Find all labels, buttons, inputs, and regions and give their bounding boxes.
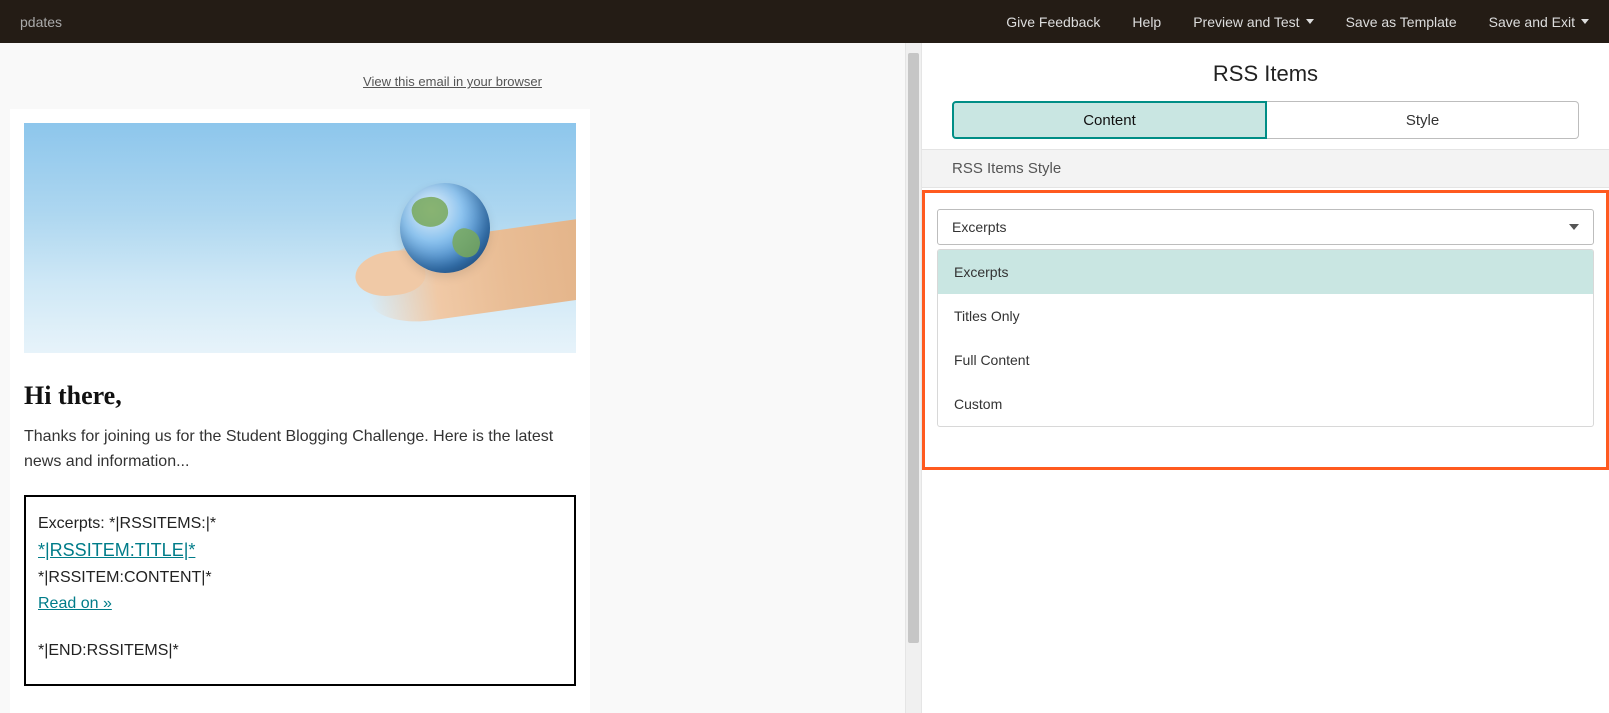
globe-shape [400, 183, 490, 273]
hero-image[interactable] [24, 123, 576, 353]
rss-excerpts-line: Excerpts: *|RSSITEMS:|* [38, 511, 562, 537]
email-heading: Hi there, [24, 381, 576, 411]
tab-content[interactable]: Content [952, 101, 1267, 139]
section-rss-items-style: RSS Items Style [922, 149, 1609, 188]
option-custom[interactable]: Custom [938, 382, 1593, 426]
email-intro-text: Thanks for joining us for the Student Bl… [24, 425, 576, 475]
scrollbar-thumb[interactable] [908, 53, 919, 643]
main: View this email in your browser Hi there… [0, 43, 1609, 713]
rss-style-select-value: Excerpts [952, 219, 1006, 235]
panel-title: RSS Items [922, 43, 1609, 101]
save-exit-menu[interactable]: Save and Exit [1489, 14, 1589, 30]
give-feedback-link[interactable]: Give Feedback [1006, 14, 1100, 30]
help-label: Help [1132, 14, 1161, 30]
settings-panel: RSS Items Content Style RSS Items Style … [921, 43, 1609, 713]
email-canvas-inner: View this email in your browser Hi there… [0, 43, 905, 713]
topbar-left-truncated: pdates [20, 14, 62, 30]
topbar: pdates Give Feedback Help Preview and Te… [0, 0, 1609, 43]
rss-read-on-link[interactable]: Read on » [38, 595, 112, 612]
save-template-label: Save as Template [1346, 14, 1457, 30]
view-in-browser-link[interactable]: View this email in your browser [363, 74, 542, 89]
rss-style-select[interactable]: Excerpts [937, 209, 1594, 245]
preview-test-label: Preview and Test [1193, 14, 1299, 30]
tab-style[interactable]: Style [1267, 101, 1579, 139]
option-excerpts[interactable]: Excerpts [938, 250, 1593, 294]
option-titles-only[interactable]: Titles Only [938, 294, 1593, 338]
option-full-content[interactable]: Full Content [938, 338, 1593, 382]
save-exit-label: Save and Exit [1489, 14, 1575, 30]
rss-style-dropdown: Excerpts Titles Only Full Content Custom [937, 249, 1594, 427]
highlight-annotation: Excerpts Excerpts Titles Only Full Conte… [922, 190, 1609, 470]
panel-tabs: Content Style [922, 101, 1609, 139]
rss-item-content-merge: *|RSSITEM:CONTENT|* [38, 565, 562, 591]
chevron-down-icon [1306, 19, 1314, 24]
rss-items-block[interactable]: Excerpts: *|RSSITEMS:|* *|RSSITEM:TITLE|… [24, 495, 576, 686]
chevron-down-icon [1569, 224, 1579, 230]
rss-item-title-merge[interactable]: *|RSSITEM:TITLE|* [38, 540, 195, 560]
save-template-button[interactable]: Save as Template [1346, 14, 1457, 30]
rss-end-merge: *|END:RSSITEMS|* [38, 638, 562, 664]
email-canvas: View this email in your browser Hi there… [0, 43, 921, 713]
view-in-browser-row: View this email in your browser [0, 43, 905, 109]
give-feedback-label: Give Feedback [1006, 14, 1100, 30]
preview-test-menu[interactable]: Preview and Test [1193, 14, 1313, 30]
topbar-right: Give Feedback Help Preview and Test Save… [1006, 14, 1589, 30]
chevron-down-icon [1581, 19, 1589, 24]
email-body: Hi there, Thanks for joining us for the … [10, 109, 590, 713]
help-link[interactable]: Help [1132, 14, 1161, 30]
vertical-scrollbar[interactable] [905, 43, 921, 713]
